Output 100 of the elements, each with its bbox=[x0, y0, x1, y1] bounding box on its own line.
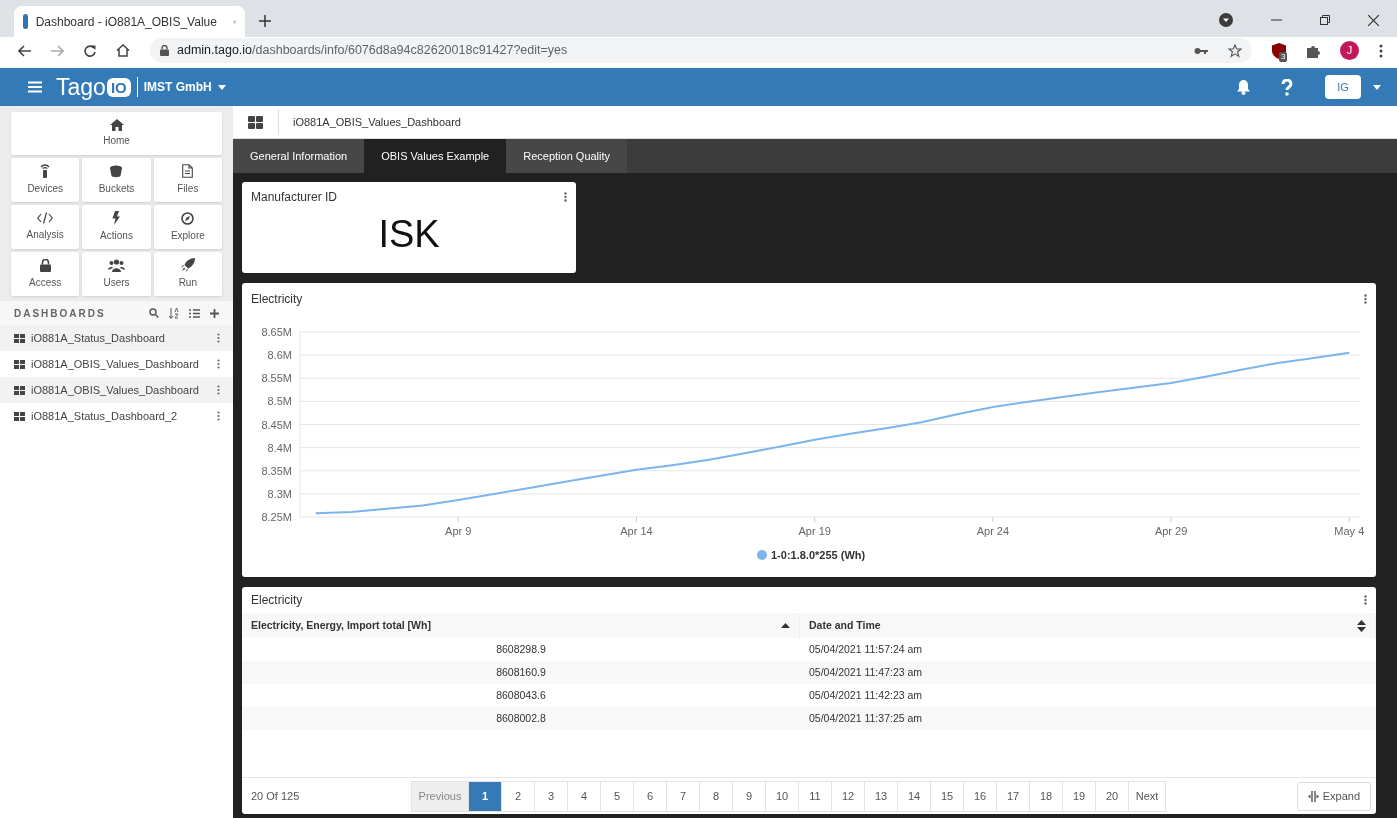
page-button[interactable]: 15 bbox=[930, 780, 964, 812]
sort-icon[interactable] bbox=[1357, 619, 1366, 632]
more-icon[interactable] bbox=[1364, 294, 1367, 304]
user-avatar[interactable]: IG bbox=[1325, 75, 1361, 99]
bell-icon[interactable] bbox=[1236, 79, 1251, 95]
account-dropdown[interactable]: IMST GmbH bbox=[143, 78, 226, 96]
profile-avatar[interactable]: J bbox=[1340, 41, 1359, 60]
address-bar[interactable]: admin.tago.io/dashboards/info/6076d8a94c82620018c91427?edit=yes bbox=[150, 38, 1252, 63]
page-button[interactable]: 8 bbox=[699, 780, 733, 812]
nav-tile[interactable]: Explore bbox=[153, 205, 222, 249]
tab-search-icon[interactable] bbox=[1219, 13, 1233, 27]
nav-tile[interactable]: Files bbox=[153, 158, 222, 202]
list-icon[interactable] bbox=[189, 308, 200, 318]
table-cell-text: 8608043.6 bbox=[496, 687, 546, 703]
more-icon[interactable] bbox=[217, 411, 220, 421]
page-button[interactable]: 11 bbox=[798, 780, 832, 812]
restore-icon[interactable] bbox=[1320, 15, 1330, 25]
page-button[interactable]: 13 bbox=[864, 780, 898, 812]
page-button[interactable]: Next bbox=[1128, 780, 1166, 812]
sort-ascending-icon[interactable] bbox=[781, 623, 790, 628]
puzzle-icon[interactable] bbox=[1306, 43, 1320, 58]
nav-tile[interactable]: Access bbox=[11, 252, 80, 296]
x-tick-label: Apr 29 bbox=[1154, 525, 1188, 537]
record-count: 20 Of 125 bbox=[251, 788, 301, 804]
nav-tile[interactable]: Buckets bbox=[82, 158, 151, 202]
page-button[interactable]: 18 bbox=[1029, 780, 1063, 812]
logo-mark: IO bbox=[106, 77, 131, 97]
page-button[interactable]: 6 bbox=[633, 780, 667, 812]
new-tab-icon[interactable] bbox=[259, 15, 271, 27]
search-icon[interactable] bbox=[149, 308, 159, 318]
more-icon[interactable] bbox=[217, 385, 220, 395]
url-text: admin.tago.io/dashboards/info/6076d8a94c82620018c91427?edit=yes bbox=[177, 42, 568, 60]
x-tick-label: Apr 14 bbox=[620, 525, 653, 537]
page-button[interactable]: 7 bbox=[666, 780, 700, 812]
extension-badge: 3 bbox=[1279, 51, 1288, 62]
more-icon[interactable] bbox=[564, 192, 567, 202]
dashboard-icon bbox=[248, 115, 263, 129]
compass-icon bbox=[181, 211, 195, 225]
page-button[interactable]: 10 bbox=[765, 780, 799, 812]
more-icon[interactable] bbox=[217, 359, 220, 369]
lock-icon bbox=[39, 258, 51, 272]
expand-button[interactable]: Expand bbox=[1296, 781, 1371, 811]
help-icon[interactable] bbox=[1281, 78, 1293, 96]
page-button[interactable]: 12 bbox=[831, 780, 865, 812]
widget-title: Electricity bbox=[251, 291, 303, 308]
nav-tile[interactable]: Users bbox=[82, 252, 151, 296]
dashboard-tab[interactable]: Reception Quality bbox=[506, 139, 628, 173]
page-button[interactable]: 5 bbox=[600, 780, 634, 812]
page-button[interactable]: 4 bbox=[567, 780, 601, 812]
sort-icon[interactable] bbox=[169, 307, 179, 319]
page-button[interactable]: 3 bbox=[534, 780, 568, 812]
back-icon[interactable] bbox=[18, 44, 31, 57]
x-tick-label: May 4 bbox=[1334, 525, 1365, 537]
star-icon[interactable] bbox=[1228, 43, 1242, 58]
table-cell-text: 8608002.8 bbox=[496, 710, 546, 726]
nav-tile[interactable]: Run bbox=[153, 252, 222, 296]
nav-tile[interactable]: Analysis bbox=[11, 205, 80, 249]
y-tick-label: 8.55M bbox=[261, 372, 292, 385]
key-icon[interactable] bbox=[1194, 46, 1208, 55]
page-button[interactable]: 1 bbox=[468, 780, 502, 812]
page-button[interactable]: 20 bbox=[1095, 780, 1129, 812]
dashboard-tab[interactable]: General Information bbox=[233, 139, 365, 173]
page-button[interactable]: 17 bbox=[996, 780, 1030, 812]
nav-tile[interactable]: Actions bbox=[82, 205, 151, 249]
logo-text: Tago bbox=[56, 75, 106, 99]
home-tile[interactable]: Home bbox=[11, 112, 222, 155]
table-cell-text: 05/04/2021 11:42:23 am bbox=[809, 687, 923, 703]
bucket-icon bbox=[109, 164, 124, 178]
reload-icon[interactable] bbox=[84, 44, 96, 57]
page-button[interactable]: 19 bbox=[1062, 780, 1096, 812]
x-tick-label: Apr 9 bbox=[445, 525, 472, 537]
x-tick-label: Apr 19 bbox=[798, 525, 831, 537]
page-button[interactable]: 9 bbox=[732, 780, 766, 812]
browser-tab[interactable]: Dashboard - iO881A_OBIS_Value bbox=[14, 6, 245, 37]
y-tick-label: 8.35M bbox=[261, 464, 292, 477]
close-icon[interactable] bbox=[1368, 14, 1379, 26]
dashboard-tab[interactable]: OBIS Values Example bbox=[364, 139, 507, 173]
more-icon[interactable] bbox=[217, 333, 220, 343]
page-button[interactable]: 14 bbox=[897, 780, 931, 812]
home-icon[interactable] bbox=[116, 44, 130, 57]
table-cell-text: 05/04/2021 11:47:23 am bbox=[809, 664, 923, 680]
page-button[interactable]: 16 bbox=[963, 780, 997, 812]
add-icon[interactable] bbox=[210, 308, 219, 318]
legend-label[interactable]: 1-0:1.8.0*255 (Wh) bbox=[771, 549, 866, 561]
caret-icon[interactable] bbox=[1373, 84, 1381, 90]
column-header[interactable]: Date and Time bbox=[809, 617, 1357, 634]
more-icon[interactable] bbox=[1379, 43, 1383, 58]
dashboard-icon bbox=[14, 359, 25, 369]
rocket-icon bbox=[180, 258, 195, 272]
y-tick-label: 8.4M bbox=[267, 441, 292, 454]
dashboard-item[interactable]: iO881A_Status_Dashboard bbox=[0, 325, 233, 351]
nav-tile[interactable]: Devices bbox=[11, 158, 80, 202]
legend-marker bbox=[757, 550, 767, 560]
table-cell-text: 8608160.9 bbox=[496, 664, 546, 680]
more-icon[interactable] bbox=[1364, 595, 1367, 605]
menu-icon[interactable] bbox=[28, 81, 42, 93]
y-tick-label: 8.45M bbox=[261, 418, 292, 431]
page-button[interactable]: 2 bbox=[501, 780, 535, 812]
dashboard-item[interactable]: iO881A_OBIS_Values_Dashboard bbox=[0, 377, 233, 403]
column-header[interactable]: Electricity, Energy, Import total [Wh] bbox=[251, 617, 781, 634]
